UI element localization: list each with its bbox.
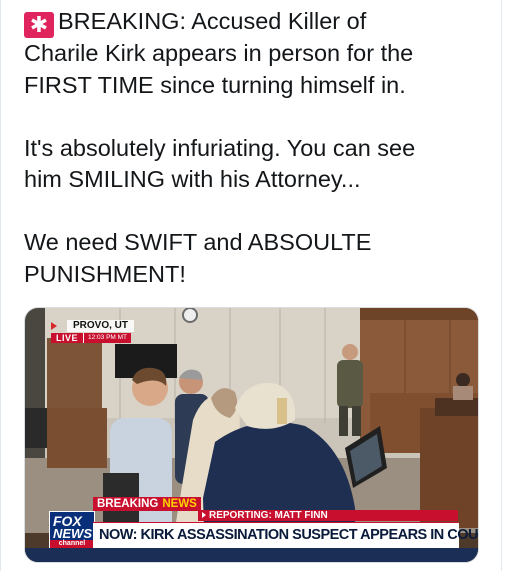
tweet-line: PUNISHMENT! <box>24 260 186 287</box>
play-icon <box>51 322 57 330</box>
live-time: 12:03 PM MT <box>83 333 132 343</box>
tweet-text: ✱ BREAKING: Accused Killer of Charile Kir… <box>24 6 494 290</box>
tweet-line: We need SWIFT and ABSOULTE <box>24 229 372 255</box>
tweet-media-video[interactable]: PROVO, UT LIVE 12:03 PM MT BREAKING NEWS… <box>24 307 479 563</box>
live-row: LIVE 12:03 PM MT <box>51 333 134 343</box>
card-right-border <box>501 0 502 571</box>
location-label: PROVO, UT <box>67 320 135 332</box>
tweet-paragraph-1: ✱ BREAKING: Accused Killer of Charile Kir… <box>24 6 494 101</box>
siren-icon: ✱ <box>24 12 54 38</box>
tweet-line: It's absolutely infuriating. You can see <box>24 134 416 161</box>
tweet-line-text: BREAKING: Accused Killer of <box>58 8 367 34</box>
tweet-line: him SMILING with his Attorney... <box>24 166 361 192</box>
card-left-border <box>0 0 1 571</box>
tweet-paragraph-2: It's absolutely infuriating. You can see… <box>24 133 494 196</box>
courtroom-scene <box>25 308 478 562</box>
tweet-line: ✱ BREAKING: Accused Killer of <box>24 6 494 38</box>
tweet-paragraph-3: We need SWIFT and ABSOULTE PUNISHMENT! <box>24 227 494 290</box>
tweet-line: Charile Kirk appears in person for the <box>24 40 414 66</box>
tweet-line: FIRST TIME since turning himself in. <box>24 71 406 98</box>
location-row: PROVO, UT <box>51 320 135 332</box>
live-badge: LIVE <box>51 333 84 343</box>
live-location-tag: PROVO, UT LIVE 12:03 PM MT <box>51 320 135 343</box>
